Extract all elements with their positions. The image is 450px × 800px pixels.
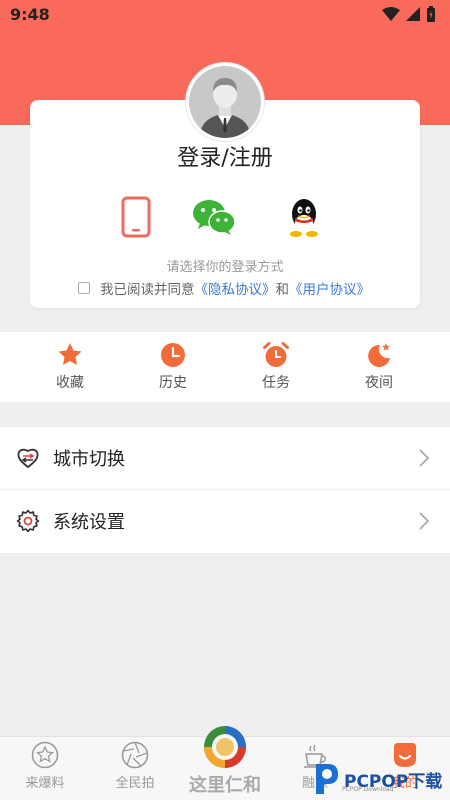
quick-label-history: 历史 xyxy=(159,375,187,391)
phone-login-button[interactable] xyxy=(114,195,158,239)
login-methods xyxy=(30,195,420,239)
agreement-and: 和 xyxy=(275,282,290,298)
agreement-row: 我已阅读并同意 《隐私协议》 和 《用户协议》 xyxy=(78,278,370,298)
gear-icon xyxy=(16,509,40,533)
default-avatar-icon xyxy=(189,66,261,138)
user-agreement-link[interactable]: 《用户协议》 xyxy=(289,278,370,298)
chevron-right-icon xyxy=(419,449,430,467)
quick-label-night: 夜间 xyxy=(365,375,393,391)
city-switch-icon xyxy=(17,448,39,469)
quick-label-favorites: 收藏 xyxy=(56,375,84,391)
privacy-policy-link[interactable]: 《隐私协议》 xyxy=(195,278,276,298)
star-circle-icon xyxy=(31,741,59,769)
app-logo-icon xyxy=(204,726,246,768)
quick-label-tasks: 任务 xyxy=(262,375,290,391)
qq-icon xyxy=(290,199,318,237)
signal-icon xyxy=(406,7,420,21)
avatar[interactable] xyxy=(186,63,264,141)
status-bar: 9:48 xyxy=(0,0,450,30)
menu-system-settings[interactable]: 系统设置 xyxy=(0,490,450,553)
wechat-login-button[interactable] xyxy=(192,195,236,239)
choose-login-method-text: 请选择你的登录方式 xyxy=(166,260,284,275)
quick-tasks[interactable]: 任务 xyxy=(246,342,306,392)
agreement-checkbox[interactable] xyxy=(78,282,90,294)
watermark-subtext: PCPOP Download xyxy=(342,786,394,793)
login-register-title[interactable]: 登录/注册 xyxy=(30,140,420,172)
quick-actions-bar: 收藏 历史 任务 夜间 xyxy=(0,332,450,402)
battery-icon xyxy=(427,6,435,22)
menu-label-city-switch: 城市切换 xyxy=(53,449,125,470)
tab-label-citizen-photo: 全民拍 xyxy=(115,776,155,791)
qq-login-button[interactable] xyxy=(282,195,326,239)
status-time: 9:48 xyxy=(10,5,50,24)
star-icon xyxy=(58,343,82,365)
chevron-right-icon xyxy=(419,512,430,530)
tab-report[interactable]: 来爆料 xyxy=(10,741,80,791)
clock-icon xyxy=(161,343,185,367)
moon-icon xyxy=(368,343,390,367)
menu-label-system-settings: 系统设置 xyxy=(53,512,125,533)
quick-history[interactable]: 历史 xyxy=(143,342,203,392)
watermark-logo-icon xyxy=(316,764,338,794)
alarm-icon xyxy=(263,342,289,367)
menu-city-switch[interactable]: 城市切换 xyxy=(0,427,450,490)
wechat-icon xyxy=(193,200,236,235)
tab-home[interactable]: 这里仁和 xyxy=(180,725,270,797)
tab-label-home: 这里仁和 xyxy=(189,775,261,796)
settings-menu: 城市切换 系统设置 xyxy=(0,427,450,553)
quick-night-mode[interactable]: 夜间 xyxy=(349,342,409,392)
aperture-icon xyxy=(121,741,149,769)
tab-citizen-photo[interactable]: 全民拍 xyxy=(100,741,170,791)
quick-favorites[interactable]: 收藏 xyxy=(40,342,100,392)
tab-label-report: 来爆料 xyxy=(25,776,65,791)
wifi-icon xyxy=(382,7,400,21)
watermark: PCPOP下载 PCPOP Download xyxy=(312,758,450,800)
agreement-prefix: 我已阅读并同意 xyxy=(100,282,195,298)
phone-icon xyxy=(121,196,151,238)
